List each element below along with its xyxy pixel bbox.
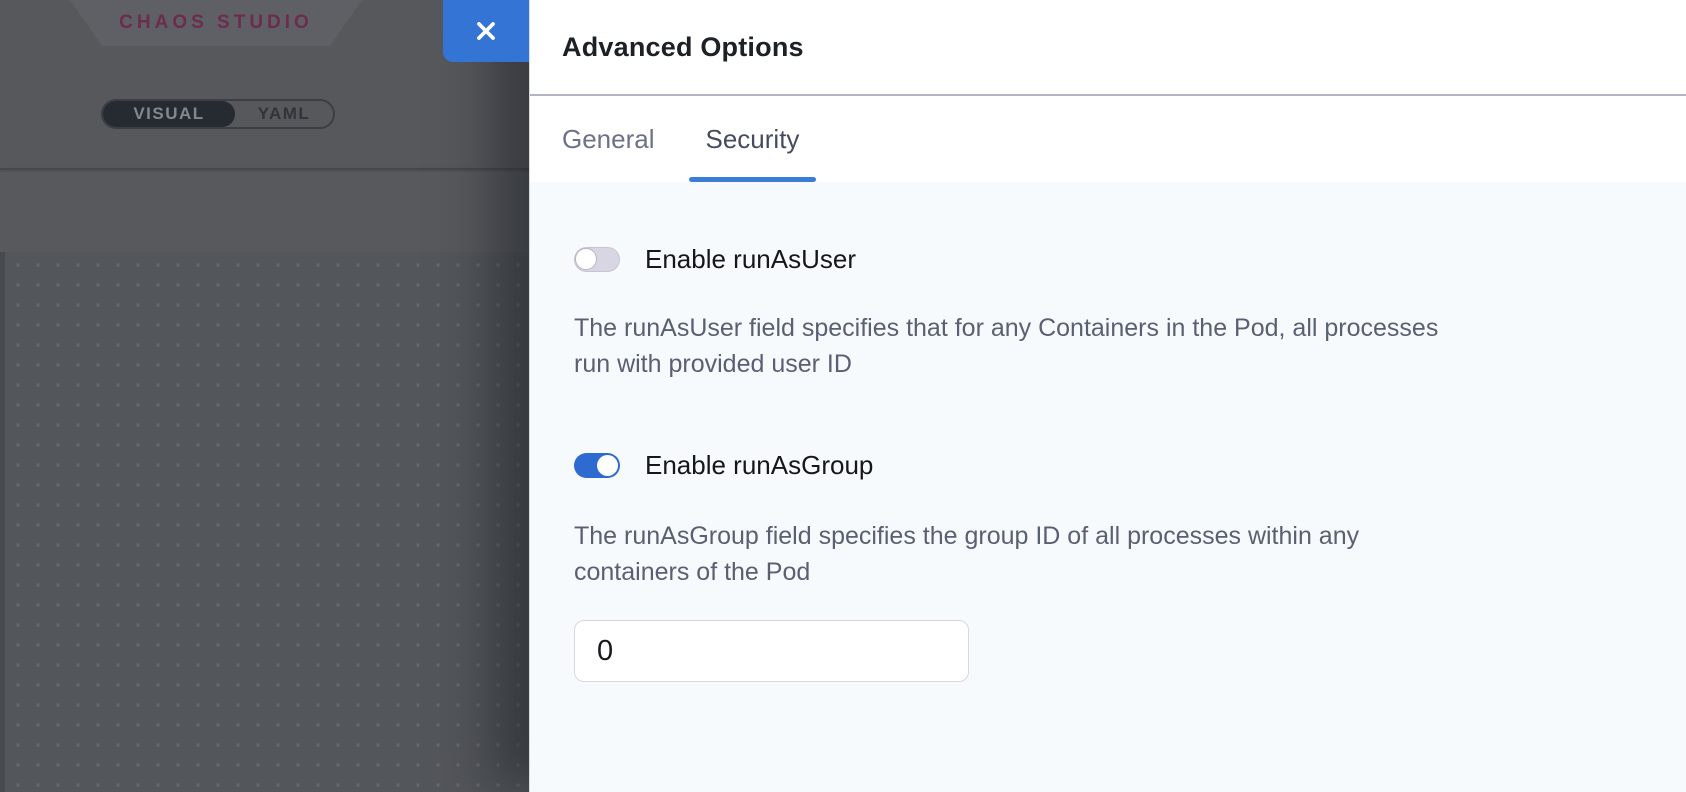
visual-yaml-toggle: VISUAL YAML [101, 99, 335, 129]
close-drawer-button[interactable] [443, 0, 529, 62]
visual-toggle-button[interactable]: VISUAL [103, 101, 235, 127]
tab-security[interactable]: Security [689, 96, 817, 182]
canvas-left-edge [0, 252, 5, 792]
description-line: run with provided user ID [574, 346, 1642, 382]
description-line: The runAsUser field specifies that for a… [574, 310, 1642, 346]
run-as-group-label: Enable runAsGroup [645, 450, 873, 481]
run-as-group-row: Enable runAsGroup [574, 452, 1642, 478]
toggle-knob [597, 455, 618, 476]
drawer-tabs: General Security [530, 96, 1686, 182]
drawer-title: Advanced Options [562, 32, 804, 63]
security-tab-content: Enable runAsUser The runAsUser field spe… [530, 182, 1686, 792]
description-line: The runAsGroup field specifies the group… [574, 518, 1642, 554]
tab-general[interactable]: General [545, 96, 672, 182]
drawer-header: Advanced Options [530, 0, 1686, 96]
run-as-user-toggle[interactable] [574, 247, 620, 272]
run-as-group-description: The runAsGroup field specifies the group… [574, 518, 1642, 590]
chaos-studio-logo-text: CHAOS STUDIO [119, 12, 313, 34]
description-line: containers of the Pod [574, 554, 1642, 590]
toggle-knob [575, 248, 597, 270]
run-as-group-toggle[interactable] [574, 453, 620, 478]
chaos-studio-logo-badge: CHAOS STUDIO [70, 0, 362, 46]
run-as-user-description: The runAsUser field specifies that for a… [574, 310, 1642, 382]
advanced-options-drawer: Advanced Options General Security Enable… [529, 0, 1686, 792]
run-as-user-label: Enable runAsUser [645, 244, 856, 275]
run-as-group-value-input[interactable] [574, 620, 969, 682]
run-as-user-row: Enable runAsUser [574, 246, 1642, 272]
yaml-toggle-button[interactable]: YAML [235, 101, 333, 127]
close-icon [473, 18, 499, 44]
